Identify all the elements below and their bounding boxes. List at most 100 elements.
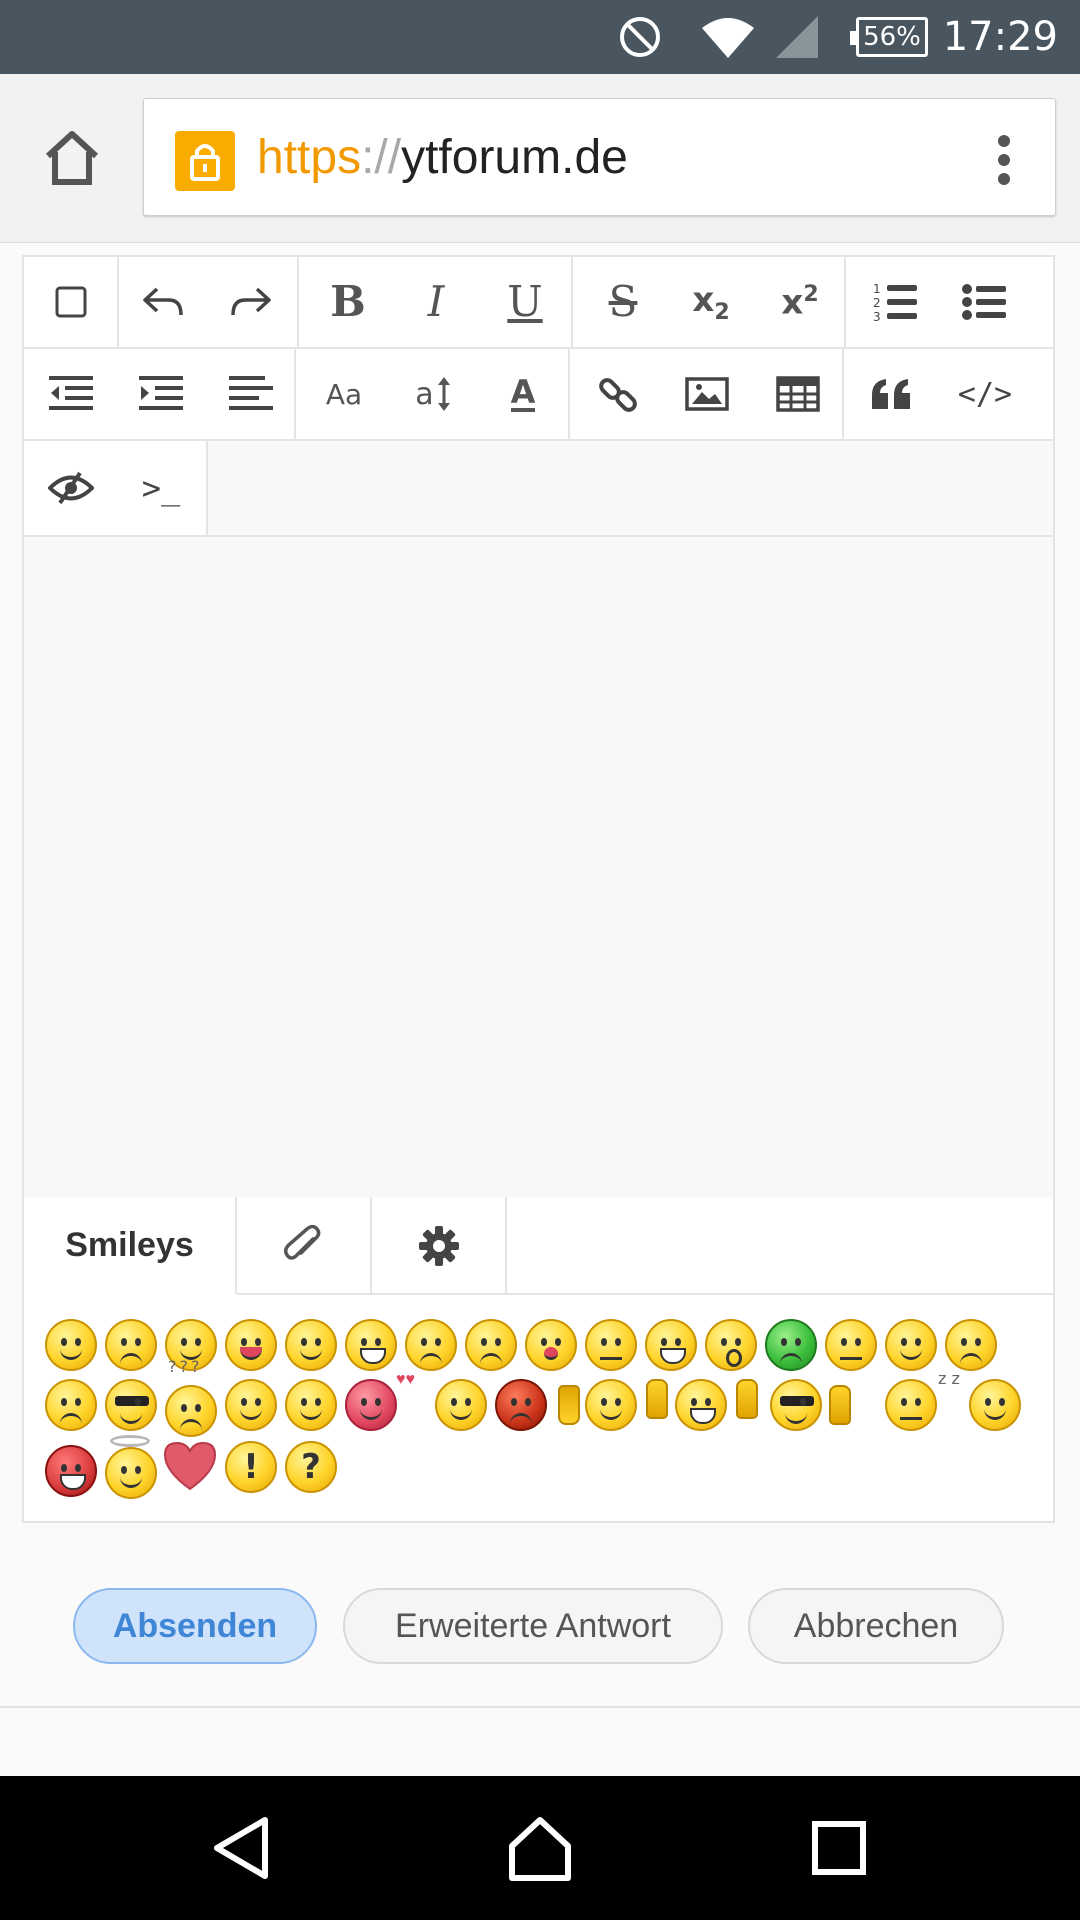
toolbar-row-1: B I U S x2 x2 1 2 3 xyxy=(24,257,1053,349)
redo-icon[interactable] xyxy=(207,257,295,347)
status-bar: 56% 17:29 xyxy=(0,0,1080,74)
submit-button[interactable]: Absenden xyxy=(73,1588,317,1664)
sleep-z: z z xyxy=(938,1369,960,1388)
superscript-icon[interactable]: x2 xyxy=(756,257,844,347)
smiley-devil[interactable] xyxy=(45,1445,97,1497)
cancel-button[interactable]: Abbrechen xyxy=(748,1588,1004,1664)
smiley-sad[interactable] xyxy=(105,1319,157,1371)
smiley-surprised[interactable] xyxy=(705,1319,757,1371)
outdent-icon[interactable] xyxy=(27,349,115,439)
tab-attachments[interactable] xyxy=(237,1197,372,1295)
link-icon[interactable] xyxy=(575,349,663,439)
thumbs-down-icon[interactable] xyxy=(558,1385,580,1425)
underline-icon[interactable]: U xyxy=(481,257,569,347)
url-host: ytforum.de xyxy=(401,131,628,184)
smiley-puzzled[interactable] xyxy=(165,1385,217,1437)
preview-icon[interactable] xyxy=(27,441,115,535)
italic-icon[interactable]: I xyxy=(392,257,480,347)
smiley-love[interactable] xyxy=(345,1379,397,1431)
browser-toolbar: https://ytforum.de xyxy=(0,74,1080,243)
smiley-rolleyes[interactable] xyxy=(885,1319,937,1371)
indent-icon[interactable] xyxy=(117,349,205,439)
editor-toolbar: B I U S x2 x2 1 2 3 Aa a A </> >_ xyxy=(24,257,1053,537)
smiley-unimpressed[interactable] xyxy=(825,1319,877,1371)
font-family-icon[interactable]: Aa xyxy=(300,349,388,439)
smiley-angel[interactable] xyxy=(105,1447,157,1499)
strikethrough-icon[interactable]: S xyxy=(579,257,667,347)
smiley-smug[interactable] xyxy=(585,1379,637,1431)
recents-icon[interactable] xyxy=(803,1812,875,1884)
smiley-thinking[interactable] xyxy=(225,1379,277,1431)
terminal-icon[interactable]: >_ xyxy=(117,441,205,535)
smiley-nerd[interactable] xyxy=(105,1379,157,1431)
ordered-list-num-3: 3 xyxy=(873,310,881,323)
thumbs-up-alt-icon[interactable] xyxy=(829,1385,851,1425)
thumbs-up-icon[interactable] xyxy=(646,1379,668,1419)
battery-percent: 56% xyxy=(863,22,921,52)
smiley-sunglasses[interactable] xyxy=(770,1379,822,1431)
battery-icon: 56% xyxy=(850,17,928,57)
smiley-eyeroll[interactable] xyxy=(969,1379,1021,1431)
editor-tab-bar: Smileys xyxy=(24,1197,1053,1295)
home-icon[interactable] xyxy=(504,1812,576,1884)
text-color-label: A xyxy=(510,373,536,412)
home-icon xyxy=(45,131,99,185)
home-button[interactable] xyxy=(40,126,104,190)
smiley-sleepy[interactable] xyxy=(885,1379,937,1431)
bold-label: B xyxy=(330,277,366,326)
heart-icon[interactable] xyxy=(163,1441,217,1491)
smiley-cry[interactable] xyxy=(405,1319,457,1371)
table-icon[interactable] xyxy=(754,349,842,439)
ordered-list-num-2: 2 xyxy=(873,296,881,310)
smiley-monocle[interactable] xyxy=(435,1379,487,1431)
smiley-sick[interactable] xyxy=(765,1319,817,1371)
subscript-sub: 2 xyxy=(714,299,730,325)
undo-icon[interactable] xyxy=(119,257,207,347)
smiley-laugh[interactable] xyxy=(645,1319,697,1371)
checkbox-icon[interactable] xyxy=(27,257,115,347)
tab-smileys[interactable]: Smileys xyxy=(24,1197,237,1295)
smiley-blush[interactable] xyxy=(285,1319,337,1371)
back-icon[interactable] xyxy=(205,1812,277,1884)
url-separator: :// xyxy=(361,131,402,184)
do-not-disturb-icon xyxy=(618,0,662,74)
thumbs-up-small-icon[interactable] xyxy=(736,1379,758,1419)
smiley-grin[interactable] xyxy=(345,1319,397,1371)
clock: 17:29 xyxy=(942,14,1058,60)
text-color-icon[interactable]: A xyxy=(479,349,567,439)
subscript-icon[interactable]: x2 xyxy=(667,257,755,347)
exclamation-icon[interactable]: ! xyxy=(225,1441,277,1493)
smiley-teeth[interactable] xyxy=(675,1379,727,1431)
smiley-neutral[interactable] xyxy=(585,1319,637,1371)
font-size-icon[interactable]: a xyxy=(389,349,477,439)
smiley-angry[interactable] xyxy=(465,1319,517,1371)
underline-label: U xyxy=(507,277,543,326)
smiley-kiss[interactable] xyxy=(525,1319,577,1371)
tab-settings[interactable] xyxy=(372,1197,507,1295)
smiley-confused[interactable] xyxy=(945,1319,997,1371)
image-icon[interactable] xyxy=(663,349,751,439)
url-bar[interactable]: https://ytforum.de xyxy=(143,98,1056,216)
hearts-decoration: ♥♥ xyxy=(396,1371,415,1388)
message-textarea[interactable] xyxy=(24,537,1053,1199)
overflow-menu-icon[interactable] xyxy=(997,135,1011,185)
ordered-list-icon[interactable]: 1 2 3 xyxy=(852,257,940,347)
unordered-list-icon[interactable] xyxy=(941,257,1029,347)
bold-icon[interactable]: B xyxy=(304,257,392,347)
code-icon[interactable]: </> xyxy=(941,349,1029,439)
gear-icon xyxy=(418,1226,459,1266)
battery-indicator: 56% xyxy=(850,0,928,74)
url-scheme: https xyxy=(257,131,362,184)
smiley-cool[interactable] xyxy=(285,1379,337,1431)
smiley-tongue[interactable] xyxy=(225,1319,277,1371)
align-left-icon[interactable] xyxy=(207,349,295,439)
url-text[interactable]: https://ytforum.de xyxy=(257,99,628,217)
smiley-dizzy[interactable] xyxy=(45,1379,97,1431)
lock-icon[interactable] xyxy=(175,131,235,191)
smiley-furious[interactable] xyxy=(495,1379,547,1431)
quote-icon[interactable] xyxy=(848,349,936,439)
toolbar-row-2: Aa a A </> xyxy=(24,349,1053,441)
smiley-smile[interactable] xyxy=(45,1319,97,1371)
question-icon[interactable]: ? xyxy=(285,1441,337,1493)
extended-reply-button[interactable]: Erweiterte Antwort xyxy=(343,1588,723,1664)
